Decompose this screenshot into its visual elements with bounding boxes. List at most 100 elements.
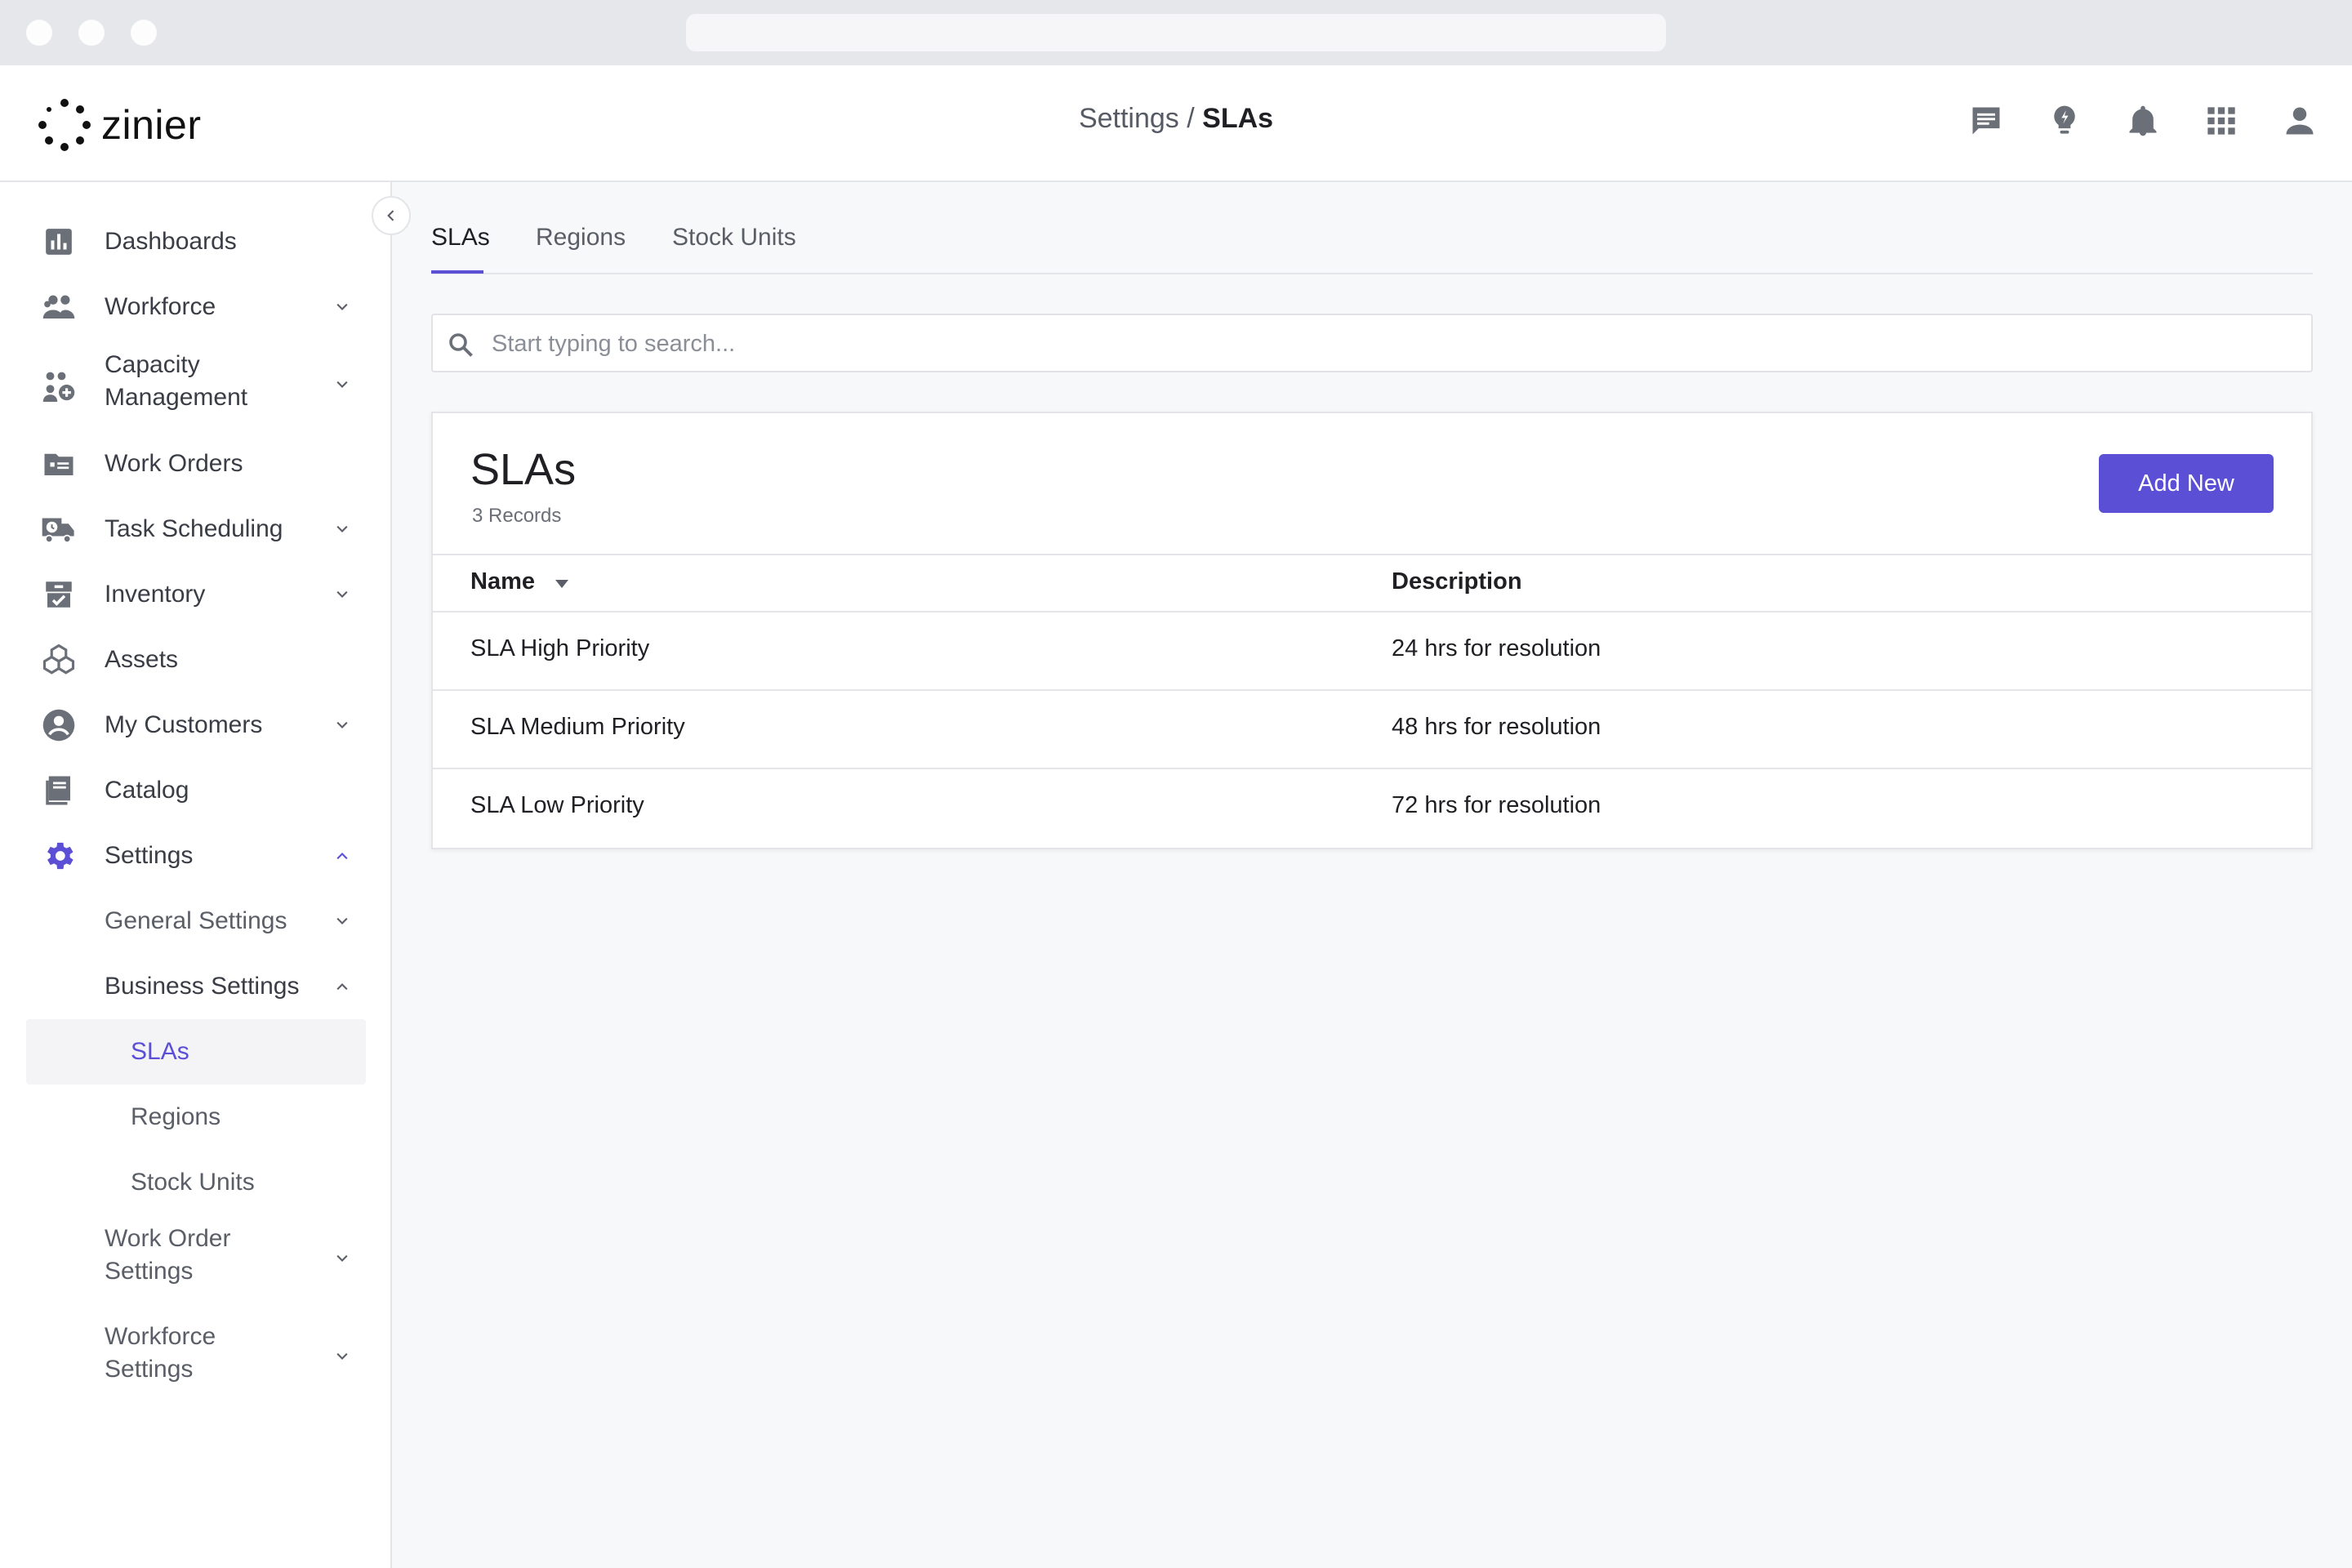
sidebar-item-label: SLAs — [131, 1038, 189, 1065]
sidebar-item-work-orders[interactable]: Work Orders — [0, 431, 392, 497]
sidebar-item-task-scheduling[interactable]: Task Scheduling — [0, 497, 392, 562]
breadcrumb-parent[interactable]: Settings — [1079, 103, 1179, 134]
chevron-up-icon[interactable] — [332, 845, 353, 866]
sidebar-item-label: Work Orders — [105, 450, 243, 477]
browser-chrome — [0, 0, 2352, 65]
inventory-icon — [41, 577, 77, 612]
tab-slas[interactable]: SLAs — [431, 224, 490, 252]
card-title: SLAs — [470, 445, 577, 494]
sidebar-item-inventory[interactable]: Inventory — [0, 562, 392, 627]
chevron-down-icon[interactable] — [332, 374, 353, 395]
sidebar: Dashboards Workforce Capacity Management… — [0, 182, 392, 1568]
sidebar-item-label-line2: Settings — [105, 1356, 194, 1383]
window-close-dot[interactable] — [26, 20, 52, 46]
sidebar-item-slas[interactable]: SLAs — [26, 1019, 366, 1085]
sidebar-item-dashboards[interactable]: Dashboards — [0, 209, 392, 274]
user-icon[interactable] — [2280, 101, 2319, 140]
book-icon — [41, 773, 77, 808]
sidebar-item-general-settings[interactable]: General Settings — [0, 889, 392, 954]
sidebar-item-business-settings[interactable]: Business Settings — [0, 954, 392, 1019]
table-row[interactable]: SLA Medium Priority 48 hrs for resolutio… — [433, 691, 2311, 769]
sidebar-item-label: Dashboards — [105, 228, 237, 255]
cell-description: 24 hrs for resolution — [1392, 635, 1601, 662]
cell-name: SLA Low Priority — [470, 792, 644, 818]
cubes-icon — [41, 642, 77, 678]
people-icon — [41, 289, 77, 325]
bell-icon[interactable] — [2123, 101, 2163, 140]
cell-name: SLA Medium Priority — [470, 714, 685, 740]
sidebar-item-label: Stock Units — [131, 1169, 255, 1196]
sidebar-item-label: Settings — [105, 842, 194, 869]
chevron-down-icon[interactable] — [332, 911, 353, 932]
sidebar-item-capacity-management[interactable]: Capacity Management — [0, 345, 392, 424]
sidebar-item-label: Inventory — [105, 581, 206, 608]
chevron-down-icon[interactable] — [332, 1248, 353, 1269]
chevron-left-icon — [387, 210, 394, 221]
tab-bar: SLAs Regions Stock Units — [431, 204, 2313, 274]
chevron-up-icon[interactable] — [332, 976, 353, 997]
add-new-button[interactable]: Add New — [2099, 454, 2274, 513]
sidebar-item-label: Assets — [105, 646, 179, 673]
sidebar-item-workforce-settings[interactable]: Workforce Settings — [0, 1317, 392, 1396]
sidebar-item-my-customers[interactable]: My Customers — [0, 693, 392, 758]
column-header-description[interactable]: Description — [1392, 568, 1522, 595]
tab-regions[interactable]: Regions — [536, 224, 626, 252]
breadcrumb-separator: / — [1178, 103, 1203, 134]
lightbulb-icon[interactable] — [2045, 101, 2084, 140]
column-header-name[interactable]: Name — [470, 568, 535, 595]
sidebar-item-label: Workforce — [105, 1323, 216, 1350]
chevron-down-icon[interactable] — [332, 715, 353, 736]
bar-chart-icon — [41, 224, 77, 260]
truck-icon — [41, 511, 77, 547]
sidebar-item-label: Work Order — [105, 1225, 231, 1252]
sidebar-item-regions[interactable]: Regions — [0, 1085, 392, 1150]
sidebar-item-label: Capacity — [105, 351, 200, 378]
sidebar-item-label: My Customers — [105, 711, 263, 738]
sort-down-icon[interactable] — [555, 580, 568, 588]
breadcrumb-current: SLAs — [1202, 103, 1274, 134]
chevron-down-icon[interactable] — [332, 296, 353, 318]
sidebar-item-settings[interactable]: Settings — [0, 823, 392, 889]
top-bar: zinier Settings / SLAs — [0, 65, 2352, 182]
table-row[interactable]: SLA Low Priority 72 hrs for resolution — [433, 769, 2311, 848]
work-orders-icon — [41, 446, 77, 482]
sidebar-item-label: Workforce — [105, 293, 216, 320]
cell-name: SLA High Priority — [470, 635, 650, 662]
top-icons — [1967, 101, 2319, 140]
window-minimize-dot[interactable] — [78, 20, 105, 46]
apps-grid-icon[interactable] — [2202, 101, 2241, 140]
record-count: 3 Records — [472, 505, 562, 527]
sidebar-item-stock-units[interactable]: Stock Units — [0, 1150, 392, 1215]
search-box — [431, 314, 2313, 372]
chevron-down-icon[interactable] — [332, 519, 353, 540]
sidebar-collapse-button[interactable] — [372, 196, 411, 235]
sidebar-item-catalog[interactable]: Catalog — [0, 758, 392, 823]
sidebar-item-label-line2: Management — [105, 384, 248, 411]
cell-description: 48 hrs for resolution — [1392, 714, 1601, 740]
sidebar-item-assets[interactable]: Assets — [0, 627, 392, 693]
window-maximize-dot[interactable] — [131, 20, 157, 46]
chevron-down-icon[interactable] — [332, 584, 353, 605]
search-icon — [449, 333, 473, 357]
sidebar-item-label: Business Settings — [105, 973, 300, 1000]
slas-card: SLAs 3 Records Add New Name Description … — [431, 412, 2313, 849]
chat-icon[interactable] — [1967, 101, 2006, 140]
table-header: Name Description — [433, 554, 2311, 612]
table-row[interactable]: SLA High Priority 24 hrs for resolution — [433, 612, 2311, 691]
sidebar-item-label: Regions — [131, 1103, 221, 1130]
sidebar-item-label: General Settings — [105, 907, 287, 934]
sidebar-item-work-order-settings[interactable]: Work Order Settings — [0, 1219, 392, 1298]
sidebar-item-label: Catalog — [105, 777, 189, 804]
gear-icon — [41, 838, 77, 874]
cell-description: 72 hrs for resolution — [1392, 792, 1601, 818]
sidebar-item-label: Task Scheduling — [105, 515, 283, 542]
capacity-icon — [41, 367, 77, 403]
active-tab-indicator — [431, 270, 483, 274]
search-input[interactable] — [490, 322, 2290, 366]
account-circle-icon — [41, 707, 77, 743]
chevron-down-icon[interactable] — [332, 1346, 353, 1367]
tab-stock-units[interactable]: Stock Units — [672, 224, 796, 252]
address-bar[interactable] — [686, 14, 1666, 51]
sidebar-item-label-line2: Settings — [105, 1258, 194, 1285]
sidebar-item-workforce[interactable]: Workforce — [0, 274, 392, 340]
